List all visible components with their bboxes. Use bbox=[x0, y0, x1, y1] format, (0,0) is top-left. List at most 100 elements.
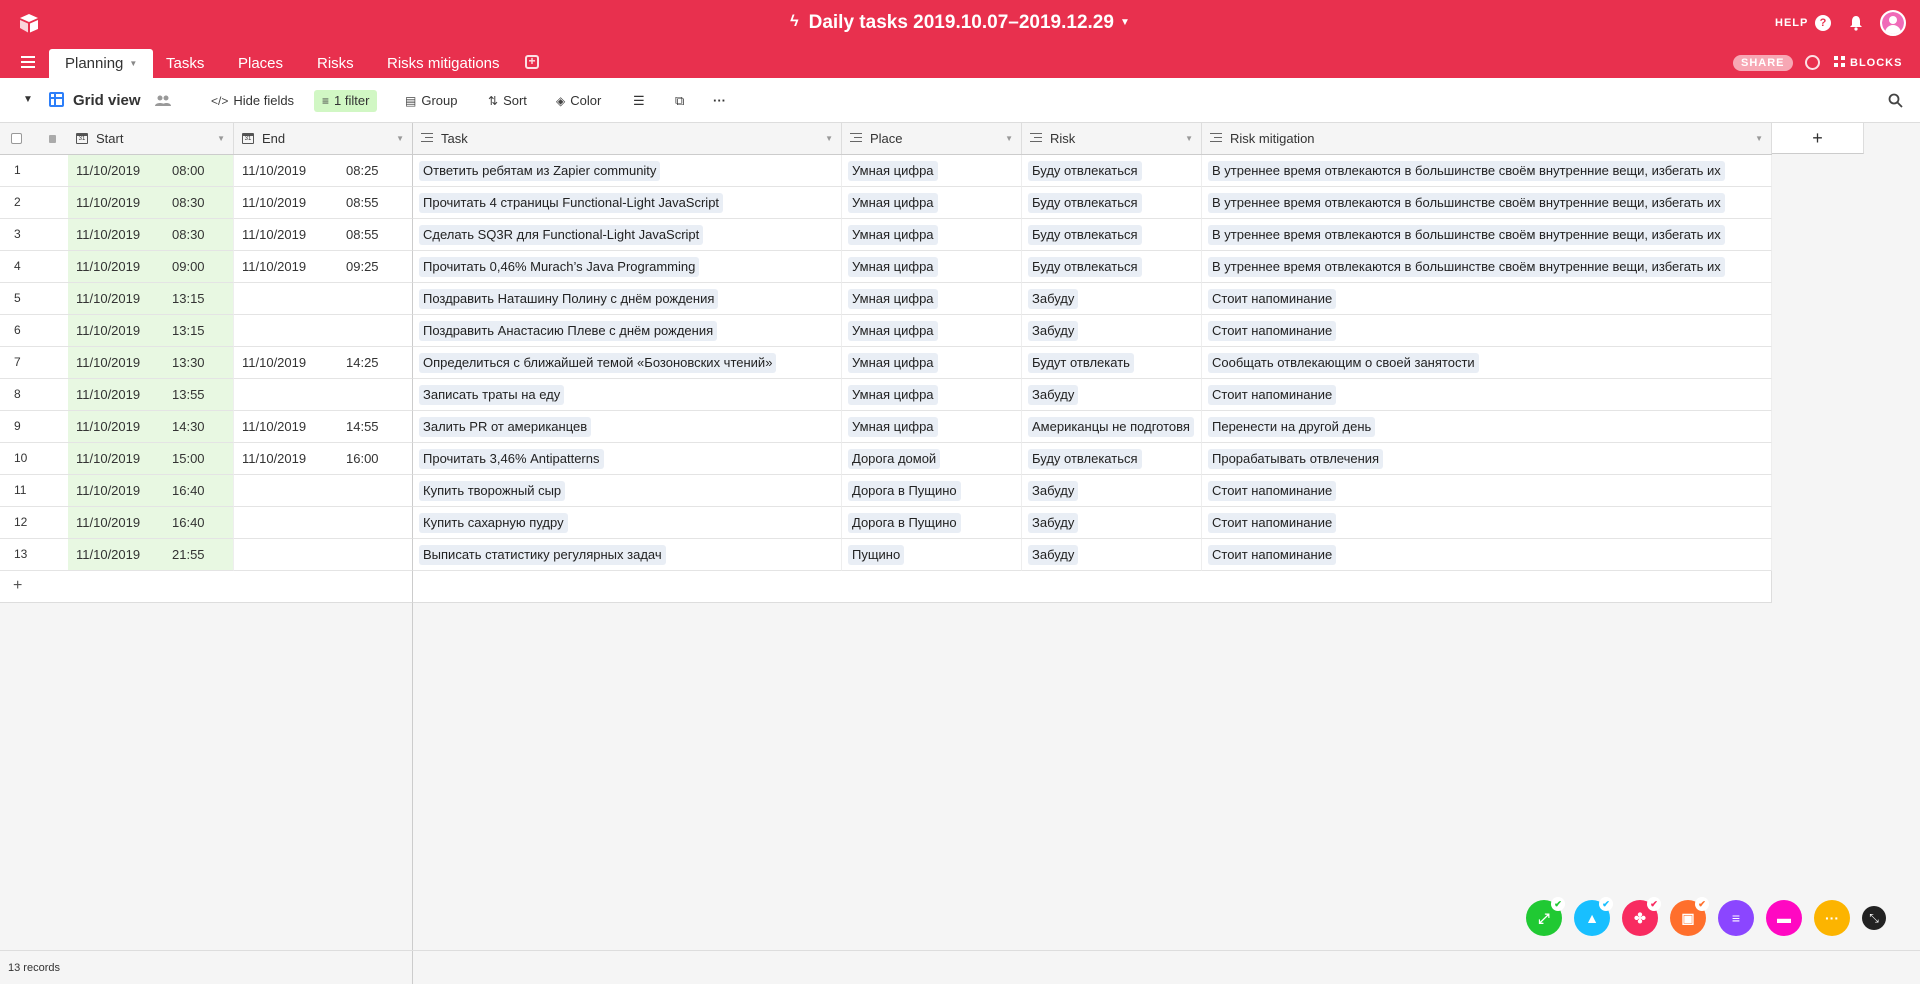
cell-task[interactable]: Поздравить Анастасию Плеве с днём рожден… bbox=[413, 315, 842, 347]
cell-risk[interactable]: Буду отвлекаться bbox=[1022, 187, 1202, 219]
row-number[interactable]: 12 bbox=[0, 507, 68, 539]
people-icon[interactable] bbox=[155, 95, 171, 106]
row-number[interactable]: 2 bbox=[0, 187, 68, 219]
cell-task[interactable]: Выписать статистику регулярных задач bbox=[413, 539, 842, 571]
cell-task[interactable]: Залить PR от американцев bbox=[413, 411, 842, 443]
block-apps[interactable]: ✤ ✔ bbox=[1622, 897, 1661, 936]
cell-task[interactable]: Поздравить Наташину Полину с днём рожден… bbox=[413, 283, 842, 315]
table-row[interactable]: 10 11/10/2019 15:00 11/10/2019 16:00 Прочитат… bbox=[0, 443, 1772, 475]
table-row[interactable]: 3 11/10/2019 08:30 11/10/2019 08:55 Сделать S… bbox=[0, 219, 1772, 251]
row-number[interactable]: 10 bbox=[0, 443, 68, 475]
row-number[interactable]: 9 bbox=[0, 411, 68, 443]
row-number[interactable]: 6 bbox=[0, 315, 68, 347]
cell-place[interactable]: Дорога домой bbox=[842, 443, 1022, 475]
cell-place[interactable]: Умная цифра bbox=[842, 347, 1022, 379]
cell-start[interactable]: 11/10/2019 16:40 bbox=[68, 507, 234, 539]
help-button[interactable]: HELP bbox=[1775, 17, 1808, 29]
cell-risk[interactable]: Забуду bbox=[1022, 283, 1202, 315]
cell-risk[interactable]: Забуду bbox=[1022, 475, 1202, 507]
cell-start[interactable]: 11/10/2019 13:55 bbox=[68, 379, 234, 411]
sort-button[interactable]: ⇅ Sort bbox=[488, 90, 527, 112]
table-row[interactable]: 12 11/10/2019 16:40 Купить сахарную пудру До… bbox=[0, 507, 1772, 539]
cell-risk[interactable]: Буду отвлекаться bbox=[1022, 155, 1202, 187]
cell-risk[interactable]: Забуду bbox=[1022, 507, 1202, 539]
tab-risks-mitigations[interactable]: Risks mitigations bbox=[377, 49, 510, 78]
add-table-icon[interactable]: + bbox=[525, 55, 539, 69]
collapse-blocks-icon[interactable]: ⤡ bbox=[1862, 906, 1886, 930]
add-record-row[interactable]: + bbox=[0, 571, 1772, 603]
chevron-down-icon[interactable]: ▼ bbox=[1005, 123, 1013, 154]
chevron-down-icon[interactable]: ▼ bbox=[1120, 17, 1130, 28]
column-header-start[interactable]: 31 Start ▼ bbox=[68, 123, 234, 154]
cell-start[interactable]: 11/10/2019 13:30 bbox=[68, 347, 234, 379]
table-row[interactable]: 7 11/10/2019 13:30 11/10/2019 14:25 Определит… bbox=[0, 347, 1772, 379]
cell-risk[interactable]: Забуду bbox=[1022, 539, 1202, 571]
cell-risk[interactable]: Забуду bbox=[1022, 315, 1202, 347]
table-row[interactable]: 4 11/10/2019 09:00 11/10/2019 09:25 Прочитать… bbox=[0, 251, 1772, 283]
column-header-risk-mitigation[interactable]: Risk mitigation ▼ bbox=[1202, 123, 1772, 154]
row-number[interactable]: 8 bbox=[0, 379, 68, 411]
cell-end[interactable] bbox=[234, 379, 413, 411]
cell-end[interactable] bbox=[234, 283, 413, 315]
view-name[interactable]: Grid view bbox=[73, 90, 141, 112]
row-number[interactable]: 3 bbox=[0, 219, 68, 251]
cell-end[interactable]: 11/10/2019 14:25 bbox=[234, 347, 413, 379]
cell-end[interactable]: 11/10/2019 14:55 bbox=[234, 411, 413, 443]
cell-risk-mitigation[interactable]: В утреннее время отвлекаются в большинст… bbox=[1202, 219, 1772, 251]
cell-task[interactable]: Купить сахарную пудру bbox=[413, 507, 842, 539]
block-chat[interactable]: ▬ bbox=[1766, 900, 1802, 936]
bell-icon[interactable] bbox=[1848, 15, 1864, 31]
cell-place[interactable]: Умная цифра bbox=[842, 187, 1022, 219]
table-row[interactable]: 9 11/10/2019 14:30 11/10/2019 14:55 Залить PR… bbox=[0, 411, 1772, 443]
cell-risk-mitigation[interactable]: В утреннее время отвлекаются в большинст… bbox=[1202, 155, 1772, 187]
column-header-task[interactable]: Task ▼ bbox=[413, 123, 842, 154]
question-icon[interactable]: ? bbox=[1815, 15, 1831, 31]
tab-risks[interactable]: Risks bbox=[307, 49, 364, 78]
cell-risk-mitigation[interactable]: Стоит напоминание bbox=[1202, 283, 1772, 315]
block-more[interactable]: ··· bbox=[1814, 900, 1850, 936]
more-options-icon[interactable]: ··· bbox=[713, 90, 726, 112]
cell-task[interactable]: Определиться с ближайшей темой «Бозоновс… bbox=[413, 347, 842, 379]
cell-start[interactable]: 11/10/2019 13:15 bbox=[68, 315, 234, 347]
cell-risk-mitigation[interactable]: Стоит напоминание bbox=[1202, 475, 1772, 507]
hide-fields-button[interactable]: </> Hide fields bbox=[211, 90, 294, 112]
tab-tasks[interactable]: Tasks bbox=[156, 49, 214, 78]
chevron-down-icon[interactable]: ▼ bbox=[825, 123, 833, 154]
cell-start[interactable]: 11/10/2019 16:40 bbox=[68, 475, 234, 507]
row-number[interactable]: 7 bbox=[0, 347, 68, 379]
table-row[interactable]: 8 11/10/2019 13:55 Записать траты на еду Умн… bbox=[0, 379, 1772, 411]
cell-risk-mitigation[interactable]: Стоит напоминание bbox=[1202, 379, 1772, 411]
cell-end[interactable]: 11/10/2019 09:25 bbox=[234, 251, 413, 283]
cell-end[interactable] bbox=[234, 475, 413, 507]
row-number[interactable]: 5 bbox=[0, 283, 68, 315]
color-button[interactable]: ◈ Color bbox=[556, 90, 601, 112]
cell-place[interactable]: Умная цифра bbox=[842, 155, 1022, 187]
group-button[interactable]: ▤ Group bbox=[405, 90, 457, 112]
search-icon[interactable] bbox=[1888, 93, 1903, 108]
table-row[interactable]: 13 11/10/2019 21:55 Выписать статистику рег… bbox=[0, 539, 1772, 571]
cell-end[interactable]: 11/10/2019 16:00 bbox=[234, 443, 413, 475]
chevron-down-icon[interactable]: ▼ bbox=[1755, 123, 1763, 154]
cell-end[interactable]: 11/10/2019 08:55 bbox=[234, 187, 413, 219]
cell-place[interactable]: Дорога в Пущино bbox=[842, 475, 1022, 507]
cell-start[interactable]: 11/10/2019 21:55 bbox=[68, 539, 234, 571]
cell-start[interactable]: 11/10/2019 08:00 bbox=[68, 155, 234, 187]
add-record-right[interactable] bbox=[413, 571, 1772, 603]
cell-task[interactable]: Купить творожный сыр bbox=[413, 475, 842, 507]
cell-end[interactable]: 11/10/2019 08:25 bbox=[234, 155, 413, 187]
cell-place[interactable]: Умная цифра bbox=[842, 411, 1022, 443]
cell-place[interactable]: Умная цифра bbox=[842, 251, 1022, 283]
cell-end[interactable] bbox=[234, 315, 413, 347]
row-number[interactable]: 11 bbox=[0, 475, 68, 507]
cell-task[interactable]: Прочитать 4 страницы Functional-Light Ja… bbox=[413, 187, 842, 219]
cell-end[interactable] bbox=[234, 539, 413, 571]
column-header-place[interactable]: Place ▼ bbox=[842, 123, 1022, 154]
block-image[interactable]: ▣ ✔ bbox=[1670, 897, 1709, 936]
row-height-icon[interactable]: ☰ bbox=[633, 90, 645, 112]
table-row[interactable]: 5 11/10/2019 13:15 Поздравить Наташину Поли… bbox=[0, 283, 1772, 315]
hamburger-menu-icon[interactable] bbox=[21, 56, 35, 68]
cell-place[interactable]: Умная цифра bbox=[842, 315, 1022, 347]
cell-risk-mitigation[interactable]: Стоит напоминание bbox=[1202, 507, 1772, 539]
history-icon[interactable] bbox=[1805, 55, 1820, 70]
table-row[interactable]: 2 11/10/2019 08:30 11/10/2019 08:55 Прочитать… bbox=[0, 187, 1772, 219]
